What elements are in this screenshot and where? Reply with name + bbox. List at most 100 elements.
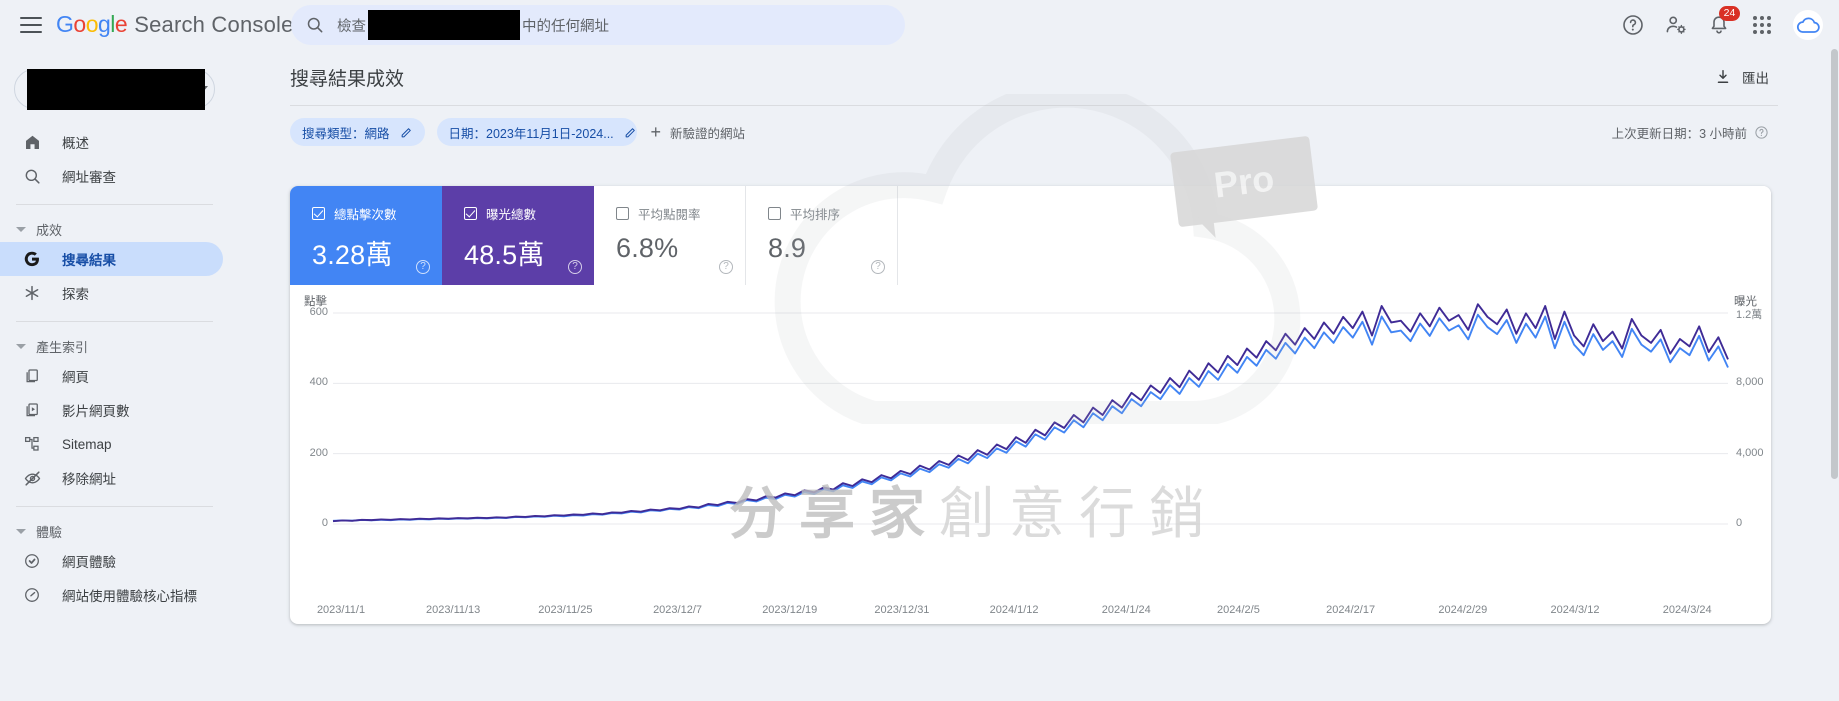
redacted-property-label xyxy=(27,69,205,110)
core-web-vitals-icon xyxy=(22,585,42,605)
avatar[interactable] xyxy=(1793,9,1823,40)
metric-label-row: 總點擊次數 xyxy=(312,204,428,223)
sidebar-item-label: 移除網址 xyxy=(62,472,116,487)
x-axis-tick-label: 2023/11/1 xyxy=(316,604,366,616)
help-circle-icon[interactable]: ? xyxy=(416,260,430,274)
metric-card-average-position[interactable]: 平均排序 8.9 ? xyxy=(746,186,898,285)
sidebar-item-label: 網址審查 xyxy=(62,170,116,185)
y2-axis-tick-label: 0 xyxy=(1736,517,1743,529)
filter-chip-label: 搜尋類型：網路 xyxy=(302,126,390,141)
hamburger-icon[interactable] xyxy=(20,16,42,33)
x-axis-tick-label: 2023/12/19 xyxy=(762,604,818,616)
metric-card-average-ctr[interactable]: 平均點閱率 6.8% ? xyxy=(594,186,746,285)
sitemap-icon xyxy=(22,434,42,454)
x-axis-tick-label: 2023/11/13 xyxy=(426,604,481,616)
search-icon xyxy=(22,166,42,186)
sidebar-group-label: 體驗 xyxy=(36,524,63,540)
help-circle-icon[interactable] xyxy=(1754,125,1769,140)
sidebar-divider xyxy=(16,321,213,322)
sidebar-nav: 概述 網址審查 成效 搜尋結果 探索 產生索引 網頁 影片網頁數 Sitemap… xyxy=(0,125,229,612)
x-axis-tick-label: 2023/11/25 xyxy=(538,604,593,616)
page-experience-icon xyxy=(22,551,42,571)
sidebar-item-label: 網頁體驗 xyxy=(62,555,116,570)
sidebar-item-page-experience[interactable]: 網頁體驗 xyxy=(0,544,223,578)
search-input[interactable]: 檢查 中的任何網址 xyxy=(291,5,905,45)
sidebar-item-removals[interactable]: 移除網址 xyxy=(0,461,223,495)
download-icon xyxy=(1717,69,1729,83)
sidebar-item-core-web-vitals[interactable]: 網站使用體驗核心指標 xyxy=(0,578,223,612)
sidebar-group-performance[interactable]: 成效 xyxy=(0,216,229,242)
google-logo: Google xyxy=(56,11,128,37)
app-root: Google Search Console 檢查 中的任何網址 24 概述 網址… xyxy=(0,0,1839,701)
metric-label: 平均排序 xyxy=(790,208,841,222)
home-icon xyxy=(22,132,42,152)
google-g-icon xyxy=(22,249,42,269)
add-filter-button[interactable]: + 新驗證的網站 xyxy=(649,118,746,146)
y2-axis-tick-label: 1.2萬 xyxy=(1736,309,1763,321)
metric-checkbox[interactable] xyxy=(768,207,781,220)
chevron-down-icon xyxy=(16,343,26,349)
sidebar-item-label: 網站使用體驗核心指標 xyxy=(62,589,197,604)
metric-cards-spacer xyxy=(898,186,1771,285)
plus-icon: + xyxy=(650,122,662,142)
removals-eye-off-icon xyxy=(22,468,42,488)
metric-checkbox[interactable] xyxy=(616,207,629,220)
sidebar-item-discover[interactable]: 探索 xyxy=(0,276,223,310)
sidebar-item-label: 搜尋結果 xyxy=(62,253,116,268)
help-circle-icon[interactable]: ? xyxy=(871,260,885,274)
export-button[interactable]: 匯出 xyxy=(1714,67,1769,87)
chevron-down-icon xyxy=(16,226,26,232)
metric-label-row: 平均點閱率 xyxy=(616,204,731,223)
x-axis-tick-label: 2024/3/24 xyxy=(1662,604,1712,616)
sidebar-item-label: 網頁 xyxy=(62,370,89,385)
discover-asterisk-icon xyxy=(22,283,42,303)
x-axis-tick-label: 2024/1/12 xyxy=(989,604,1039,616)
metric-value: 6.8% xyxy=(616,233,679,263)
sidebar-item-sitemap[interactable]: Sitemap xyxy=(0,427,223,461)
filter-chip-search-type[interactable]: 搜尋類型：網路 xyxy=(290,118,425,146)
x-axis-tick-label: 2024/2/5 xyxy=(1217,604,1260,616)
search-prefix-label: 檢查 xyxy=(337,18,366,35)
page-title: 搜尋結果成效 xyxy=(290,68,405,90)
last-update-info: 上次更新日期：3 小時前 xyxy=(1612,123,1769,142)
sidebar-item-label: 概述 xyxy=(62,136,89,151)
chart-canvas xyxy=(332,303,1729,525)
add-filter-label: 新驗證的網站 xyxy=(670,126,746,141)
property-selector[interactable] xyxy=(14,69,215,110)
sidebar-group-indexing[interactable]: 產生索引 xyxy=(0,333,229,359)
sidebar-item-search-results[interactable]: 搜尋結果 xyxy=(0,242,223,276)
sidebar-item-url-inspection[interactable]: 網址審查 xyxy=(0,159,223,193)
help-icon[interactable] xyxy=(1621,13,1645,37)
help-circle-icon[interactable]: ? xyxy=(568,260,582,274)
pencil-icon xyxy=(625,127,635,137)
x-axis-tick-label: 2024/2/29 xyxy=(1438,604,1488,616)
sidebar-group-experience[interactable]: 體驗 xyxy=(0,518,229,544)
export-label: 匯出 xyxy=(1742,71,1769,86)
y-axis-tick-label: 200 xyxy=(309,446,328,459)
search-suffix-label: 中的任何網址 xyxy=(522,18,609,35)
metric-checkbox[interactable] xyxy=(312,207,325,220)
y-axis-tick-label: 0 xyxy=(321,517,328,529)
metric-card-total-impressions[interactable]: 曝光總數 48.5萬 ? xyxy=(442,186,594,285)
apps-grid-icon[interactable] xyxy=(1750,13,1774,37)
brand-logo[interactable]: Google Search Console xyxy=(56,11,294,38)
main-content: 搜尋結果成效 匯出 搜尋類型：網路 日期：2023年11月1日-2024... xyxy=(229,49,1839,701)
video-pages-icon xyxy=(22,400,42,420)
account-settings-icon[interactable] xyxy=(1664,13,1688,37)
sidebar-item-video-pages[interactable]: 影片網頁數 xyxy=(0,393,223,427)
cloud-avatar-icon xyxy=(1797,16,1820,33)
sidebar-item-overview[interactable]: 概述 xyxy=(0,125,223,159)
notification-bell-icon[interactable]: 24 xyxy=(1707,5,1740,37)
help-circle-icon[interactable]: ? xyxy=(719,260,733,274)
filter-chip-date[interactable]: 日期：2023年11月1日-2024... xyxy=(436,118,637,146)
metric-card-total-clicks[interactable]: 總點擊次數 3.28萬 ? xyxy=(290,186,442,285)
filter-chip-label: 日期：2023年11月1日-2024... xyxy=(448,126,614,141)
page-scrollbar[interactable] xyxy=(1830,49,1839,701)
sidebar-group-label: 成效 xyxy=(36,222,63,238)
pencil-icon xyxy=(401,127,411,137)
metric-checkbox[interactable] xyxy=(464,207,477,220)
x-axis-tick-label: 2024/2/17 xyxy=(1326,604,1376,616)
sidebar-item-pages[interactable]: 網頁 xyxy=(0,359,223,393)
scrollbar-thumb[interactable] xyxy=(1831,49,1838,479)
filter-bar: 搜尋類型：網路 日期：2023年11月1日-2024... + 新驗證的網站 上… xyxy=(229,106,1839,158)
